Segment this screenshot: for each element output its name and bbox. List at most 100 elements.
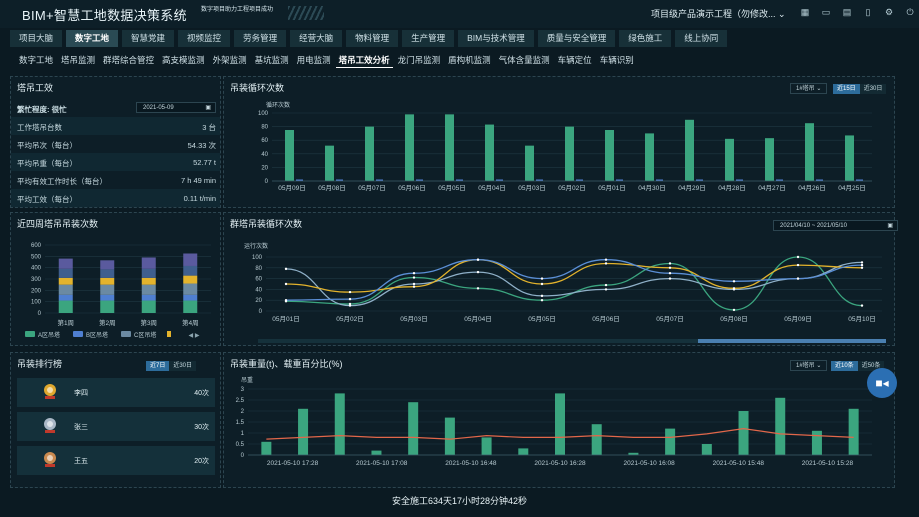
data-point [476,270,480,274]
data-point [668,266,672,269]
x-tick-label: 2021-05-10 16:08 [623,460,675,467]
stat-row: 平均有效工作时长（每台） 7 h 49 min [11,171,220,189]
stack-segment [58,284,73,295]
series-line [285,259,863,293]
y-tick-label: 20 [261,165,268,171]
stat-label: 平均吊次（每台） [17,141,77,150]
sub-nav-tab[interactable]: 外架监测 [210,52,250,68]
document-icon[interactable]: ▤ [841,6,853,18]
legend-swatch [73,331,83,337]
rank-count: 20次 [194,458,209,465]
data-point [284,299,288,302]
stat-value: 0.11 t/min [183,194,216,203]
legend-label: B区吊塔 [86,331,108,339]
x-tick-label: 05月01日 [272,315,299,323]
ranking-panel: 吊装排行榜 近7日 近30日 李四 40次 张三 30次 王五 20次 [10,352,221,488]
sub-nav-tab[interactable]: 盾构机监测 [445,52,494,68]
stack-segment [58,300,73,313]
stack-segment [183,283,198,295]
date-picker[interactable]: 2021-05-09 ▣ [136,102,216,113]
nav-tab[interactable]: 质量与安全管理 [537,30,616,47]
bar [811,430,822,455]
legend-label: C区吊塔 [134,331,156,339]
nav-tab[interactable]: 智慧党建 [122,30,175,47]
data-point [604,283,608,287]
nav-tab[interactable]: 物料管理 [346,30,399,47]
x-tick-label: 05月02日 [558,184,585,192]
settings-icon[interactable]: ⚙ [883,6,895,18]
data-point [540,299,544,302]
x-tick-label: 04月25日 [838,184,865,192]
sub-nav-tab[interactable]: 气体含量监测 [496,52,553,68]
series-line [285,256,863,311]
stat-value: 3 台 [202,123,216,132]
bar [365,126,374,181]
nav-tab[interactable]: 经营大脑 [290,30,343,47]
bar [518,448,529,455]
x-tick-label: 05月07日 [358,184,385,192]
x-tick-label: 04月29日 [678,184,705,192]
sub-nav-tab[interactable]: 群塔综合管控 [100,52,157,68]
sub-nav-tab[interactable]: 用电监测 [294,52,334,68]
weight-panel: 吊装重量(t)、载重百分比(%) 1#塔吊 ⌄ 近10条 近50条 吊重 0 0.5 1… [223,352,895,488]
data-point [412,272,416,275]
nav-tab[interactable]: 生产管理 [402,30,455,47]
nav-tab[interactable]: 视频监控 [178,30,231,47]
x-tick-label: 第4周 [182,318,199,327]
nav-tab[interactable]: 数字工地 [66,30,119,47]
sub-nav-tab[interactable]: 数字工地 [16,52,56,68]
stack-segment [183,300,198,313]
stack-segment [183,294,198,301]
power-icon[interactable]: ⏻ [904,6,916,18]
nav-tab[interactable]: 劳务管理 [234,30,287,47]
sub-nav-tab[interactable]: 高支模监测 [159,52,208,68]
sub-nav-tab[interactable]: 龙门吊监测 [395,52,444,68]
data-point [732,287,736,290]
nav-tab[interactable]: 项目大脑 [10,30,63,47]
stack-segment [183,253,198,266]
cycles-chart: 循环次数 0 20 40 60 80 100 05月09日 05月08日 05月07日 05月06日… [258,101,872,192]
project-selector[interactable]: 项目级产品演示工程（勿修改... ⌄ [651,7,786,20]
sub-nav-tab[interactable]: 车辆定位 [555,52,595,68]
x-tick-label: 2021-05-10 16:28 [534,460,586,467]
bar [408,402,419,455]
rank-name: 王五 [74,458,88,465]
safety-counter: 安全施工634天17小时28分钟42秒 [391,496,528,506]
data-point [540,277,544,280]
tablet-icon[interactable]: ▯ [862,6,874,18]
nav-tab[interactable]: 绿色施工 [619,30,672,47]
y-tick-label: 100 [252,255,263,261]
data-point [476,258,480,261]
sub-nav-tab[interactable]: 塔吊监测 [58,52,98,68]
stat-row: 平均工效（每台） 0.11 t/min [11,189,220,207]
nav-tab[interactable]: BIM与技术管理 [458,30,534,47]
bar [261,441,272,455]
bar [481,437,492,455]
btn-30-days[interactable]: 近30日 [169,361,197,371]
data-point [476,287,480,290]
sub-nav: 数字工地 塔吊监测 群塔综合管控 高支模监测 外架监测 基坑监测 用电监测 塔吊工效分析 龙门吊… [16,52,637,68]
stack-segment [100,294,115,301]
grid-icon[interactable]: ▦ [799,6,811,18]
nav-tab[interactable]: 线上协同 [675,30,728,47]
btn-7-days[interactable]: 近7日 [146,361,170,371]
scroll-thumb[interactable] [698,339,886,343]
legend-label: A区吊塔 [38,331,60,339]
stat-value: 52.77 t [193,158,216,167]
y-tick-label: 3 [241,387,245,393]
x-tick-label: 2021-05-10 15:48 [713,460,765,467]
y-tick-label: 60 [261,138,268,144]
series-line [285,259,863,301]
stat-label: 工作塔吊台数 [17,123,62,132]
sub-nav-tab[interactable]: 基坑监测 [252,52,292,68]
monitor-icon[interactable]: ▭ [820,6,832,18]
horizontal-scrollbar[interactable] [258,339,886,343]
sub-nav-tab[interactable]: 车辆识别 [597,52,637,68]
medal-icon [44,418,56,433]
rank-row: 张三 30次 [17,412,215,441]
video-camera-button[interactable]: ■◂ [867,368,897,398]
sub-nav-tab[interactable]: 塔吊工效分析 [335,52,393,68]
x-tick-label: 04月28日 [718,184,745,192]
x-tick-label: 第2周 [99,318,116,327]
data-point [860,266,864,269]
